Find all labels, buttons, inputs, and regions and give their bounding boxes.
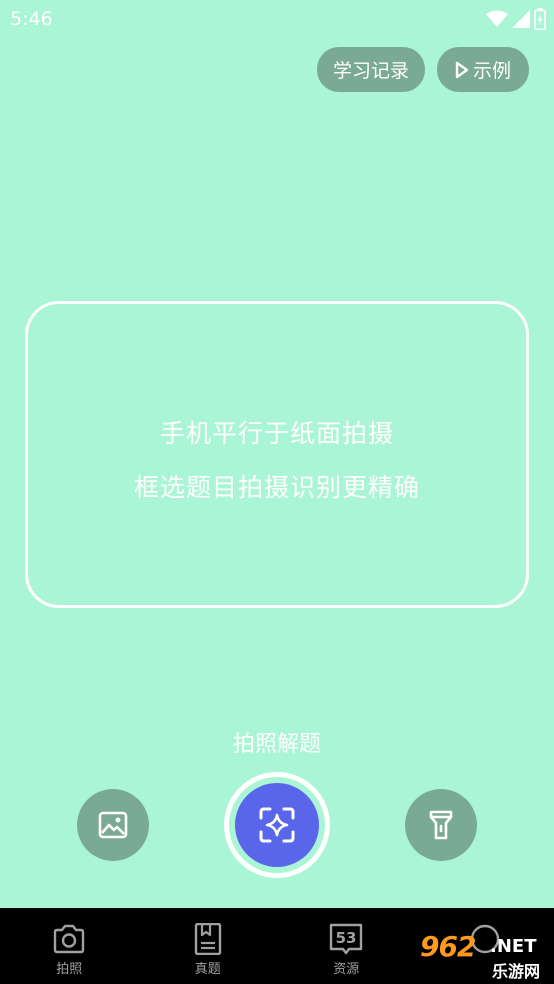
nav-label-resources: 资源 (333, 962, 360, 977)
nav-item-photo[interactable]: 拍照 (0, 908, 139, 984)
resources-badge: 53 (336, 929, 357, 947)
watermark-brand: 962 (420, 930, 476, 963)
scan-hint-parallel: 手机平行于纸面拍摄 (159, 419, 394, 448)
nav-label-exam: 真题 (194, 962, 221, 977)
shutter-button[interactable] (224, 772, 330, 878)
mode-label-photo-solve[interactable]: 拍照解题 (0, 726, 554, 758)
nav-item-exam[interactable]: 真题 (139, 908, 278, 984)
study-history-button[interactable]: 学习记录 (317, 47, 425, 92)
study-history-label: 学习记录 (332, 60, 409, 82)
battery-charging-icon (534, 8, 546, 30)
example-label: 示例 (472, 60, 511, 82)
site-watermark: 962 .NET 乐游网 (414, 922, 554, 981)
scan-sparkle-icon (259, 807, 295, 843)
watermark-sub: 乐游网 (492, 962, 541, 981)
shutter-core (235, 783, 319, 867)
watermark-suffix: .NET (490, 936, 537, 957)
status-icons (486, 8, 546, 30)
status-bar: 5:46 (0, 0, 554, 38)
scan-hint-select: 框选题目拍摄识别更精确 (133, 473, 420, 502)
signal-icon (512, 10, 530, 28)
gallery-button[interactable] (77, 789, 149, 861)
book-53-icon: 53 (330, 923, 363, 955)
camera-icon (54, 924, 85, 954)
nav-item-resources[interactable]: 53 资源 (277, 908, 416, 984)
nav-label-photo: 拍照 (56, 962, 83, 977)
scan-frame: 手机平行于纸面拍摄 框选题目拍摄识别更精确 (25, 301, 529, 608)
flashlight-icon (429, 810, 453, 840)
image-icon (98, 811, 128, 839)
flashlight-button[interactable] (405, 789, 477, 861)
play-icon (455, 61, 469, 78)
example-button[interactable]: 示例 (437, 47, 529, 92)
status-time: 5:46 (10, 8, 53, 30)
shutter-ring (229, 777, 325, 873)
document-icon (194, 923, 221, 955)
wifi-icon (486, 10, 508, 27)
